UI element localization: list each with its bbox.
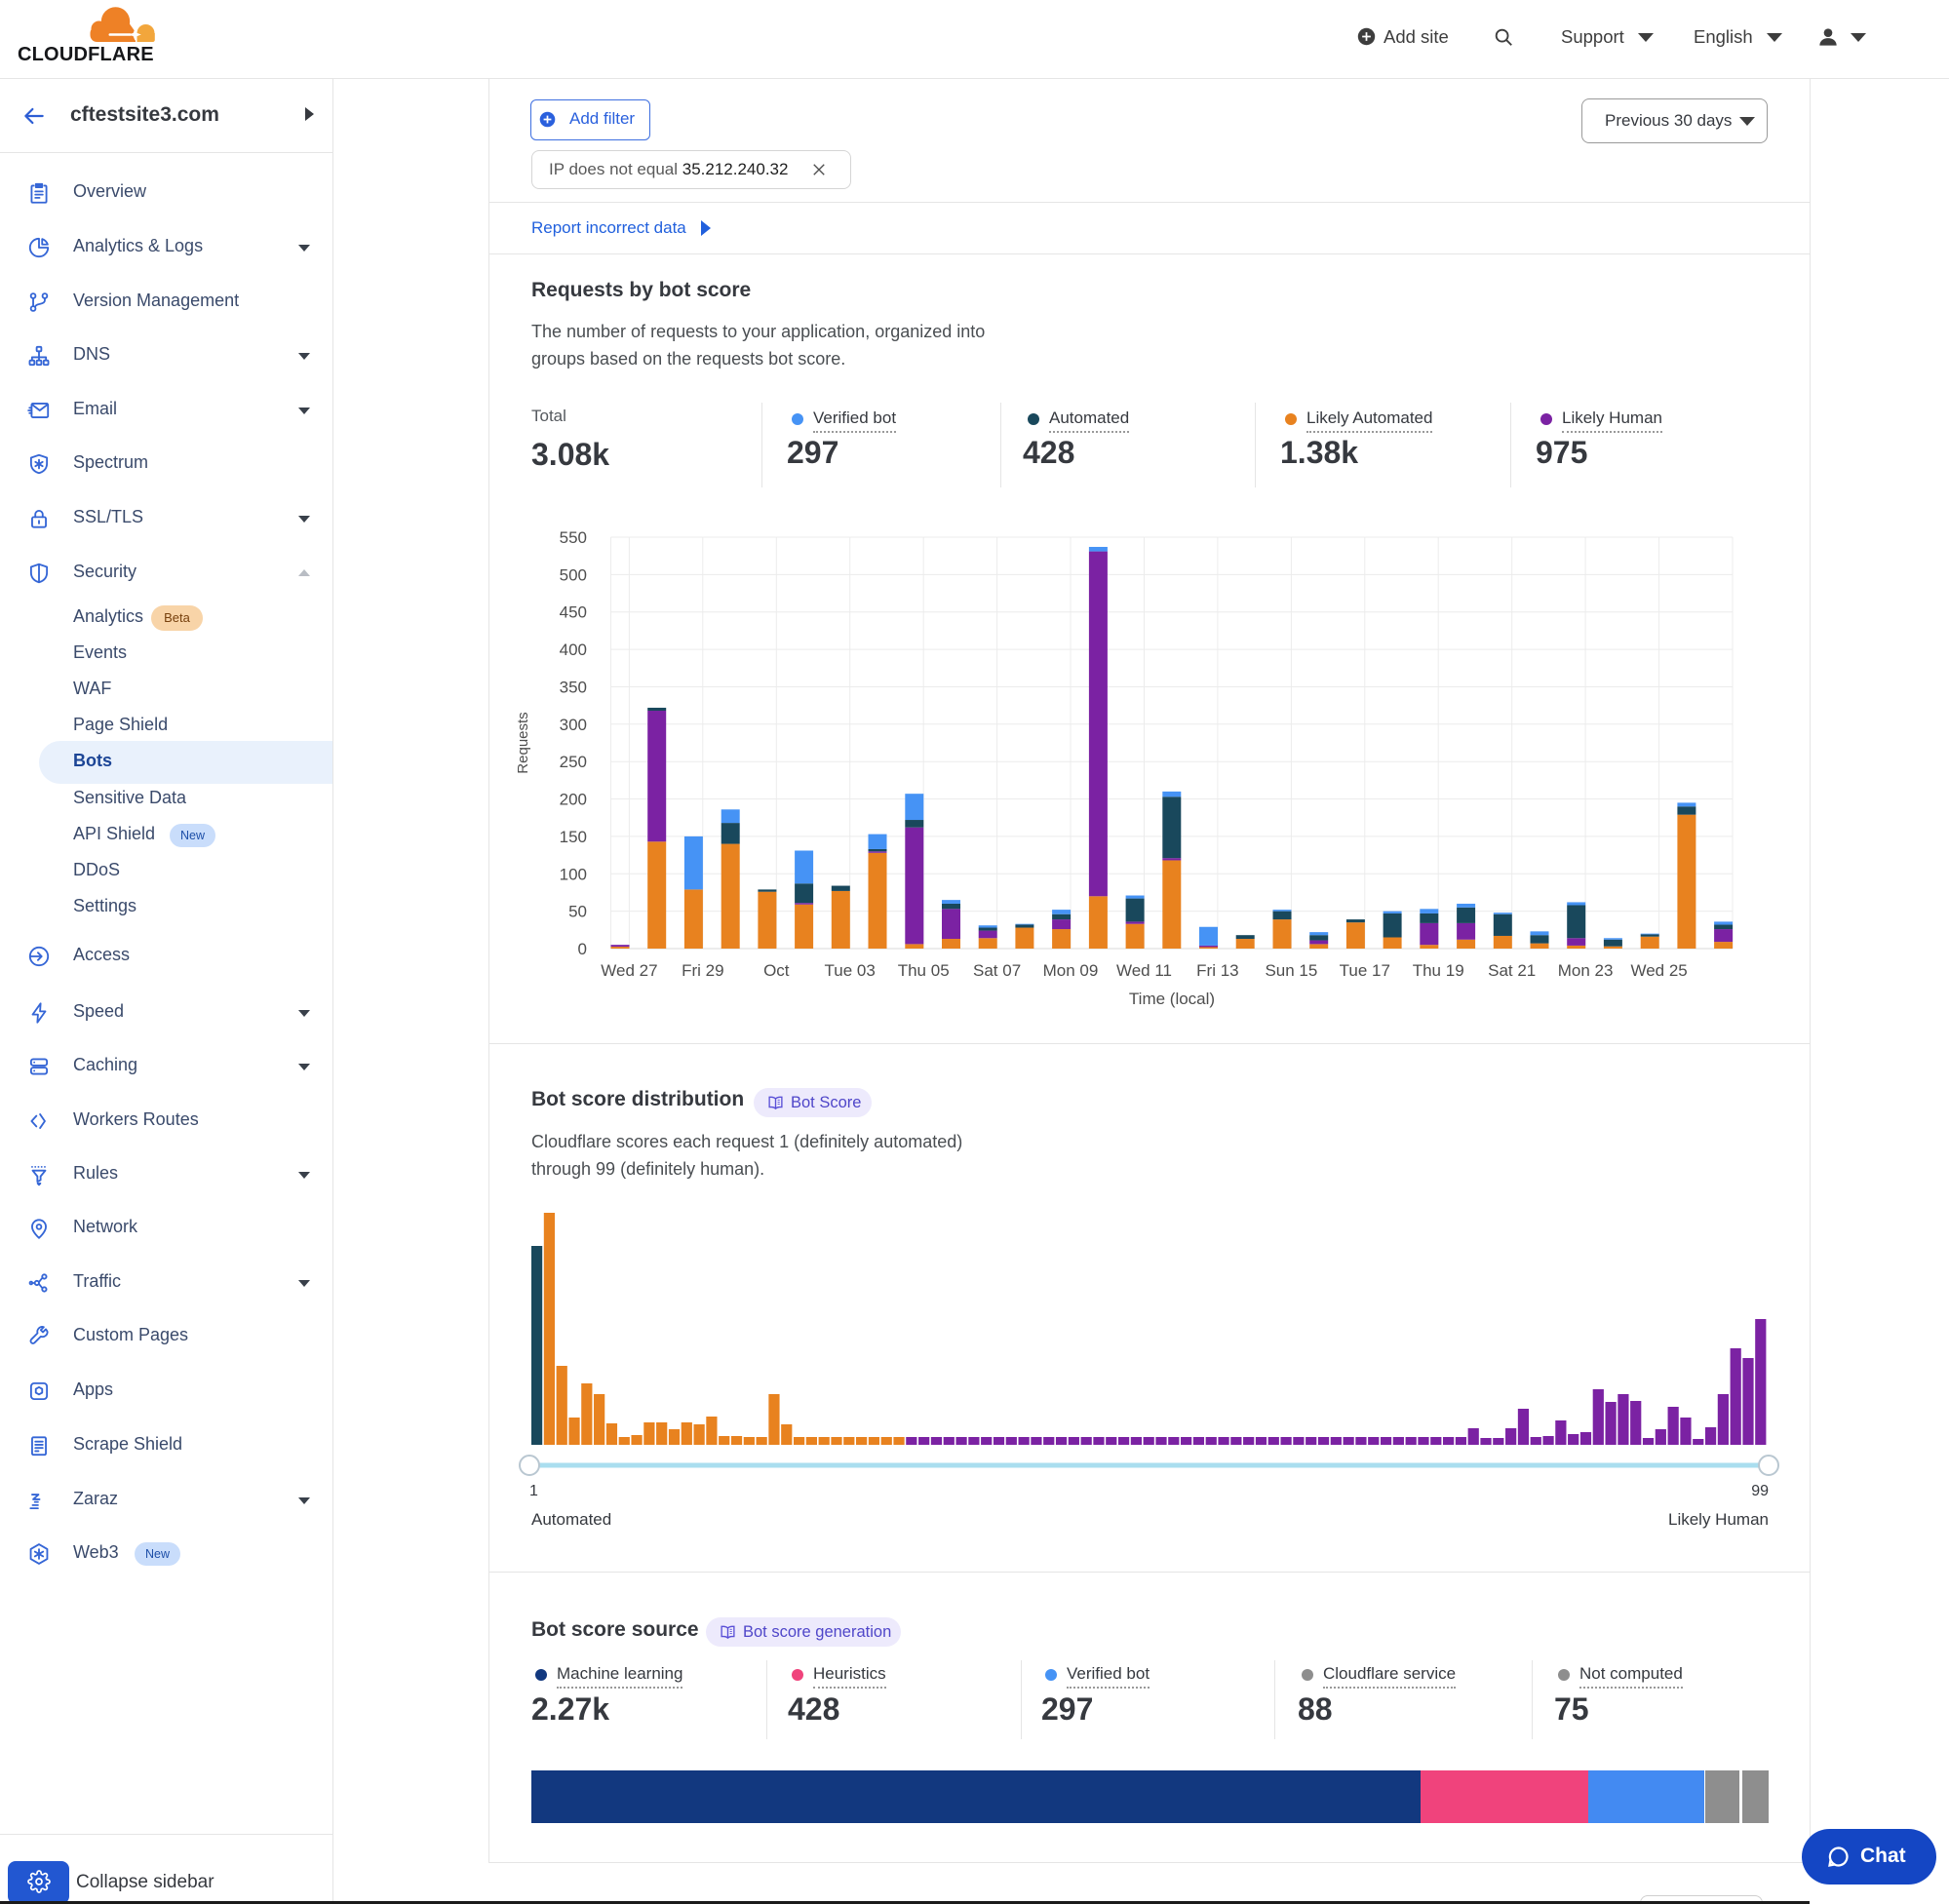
svg-text:Likely Human: Likely Human — [1668, 1510, 1769, 1529]
svg-text:Fri 29: Fri 29 — [682, 961, 723, 980]
svg-text:Tue 03: Tue 03 — [825, 961, 876, 980]
svg-text:400: 400 — [560, 641, 587, 659]
svg-text:Sat 07: Sat 07 — [973, 961, 1021, 980]
svg-text:50: 50 — [568, 903, 587, 921]
svg-text:Requests: Requests — [515, 712, 531, 773]
svg-text:Thu 05: Thu 05 — [898, 961, 950, 980]
svg-text:100: 100 — [560, 865, 587, 883]
svg-text:Automated: Automated — [531, 1510, 611, 1529]
svg-text:300: 300 — [560, 716, 587, 734]
svg-text:Oct: Oct — [763, 961, 790, 980]
svg-text:Fri 13: Fri 13 — [1196, 961, 1238, 980]
svg-text:450: 450 — [560, 603, 587, 622]
svg-text:99: 99 — [1751, 1483, 1769, 1499]
svg-text:Thu 19: Thu 19 — [1413, 961, 1464, 980]
svg-text:Mon 23: Mon 23 — [1558, 961, 1614, 980]
svg-text:Wed 27: Wed 27 — [601, 961, 657, 980]
svg-text:Wed 11: Wed 11 — [1116, 961, 1172, 980]
svg-text:250: 250 — [560, 753, 587, 771]
svg-text:Tue 17: Tue 17 — [1340, 961, 1390, 980]
svg-text:150: 150 — [560, 828, 587, 846]
svg-text:500: 500 — [560, 565, 587, 584]
svg-text:Time (local): Time (local) — [1129, 990, 1215, 1008]
svg-text:350: 350 — [560, 679, 587, 697]
svg-text:Wed 25: Wed 25 — [1630, 961, 1687, 980]
svg-text:200: 200 — [560, 791, 587, 809]
svg-text:Sun 15: Sun 15 — [1265, 961, 1317, 980]
svg-text:550: 550 — [560, 528, 587, 547]
svg-text:Sat 21: Sat 21 — [1488, 961, 1536, 980]
svg-text:Mon 09: Mon 09 — [1043, 961, 1099, 980]
svg-text:1: 1 — [529, 1483, 538, 1499]
svg-text:0: 0 — [578, 940, 587, 958]
